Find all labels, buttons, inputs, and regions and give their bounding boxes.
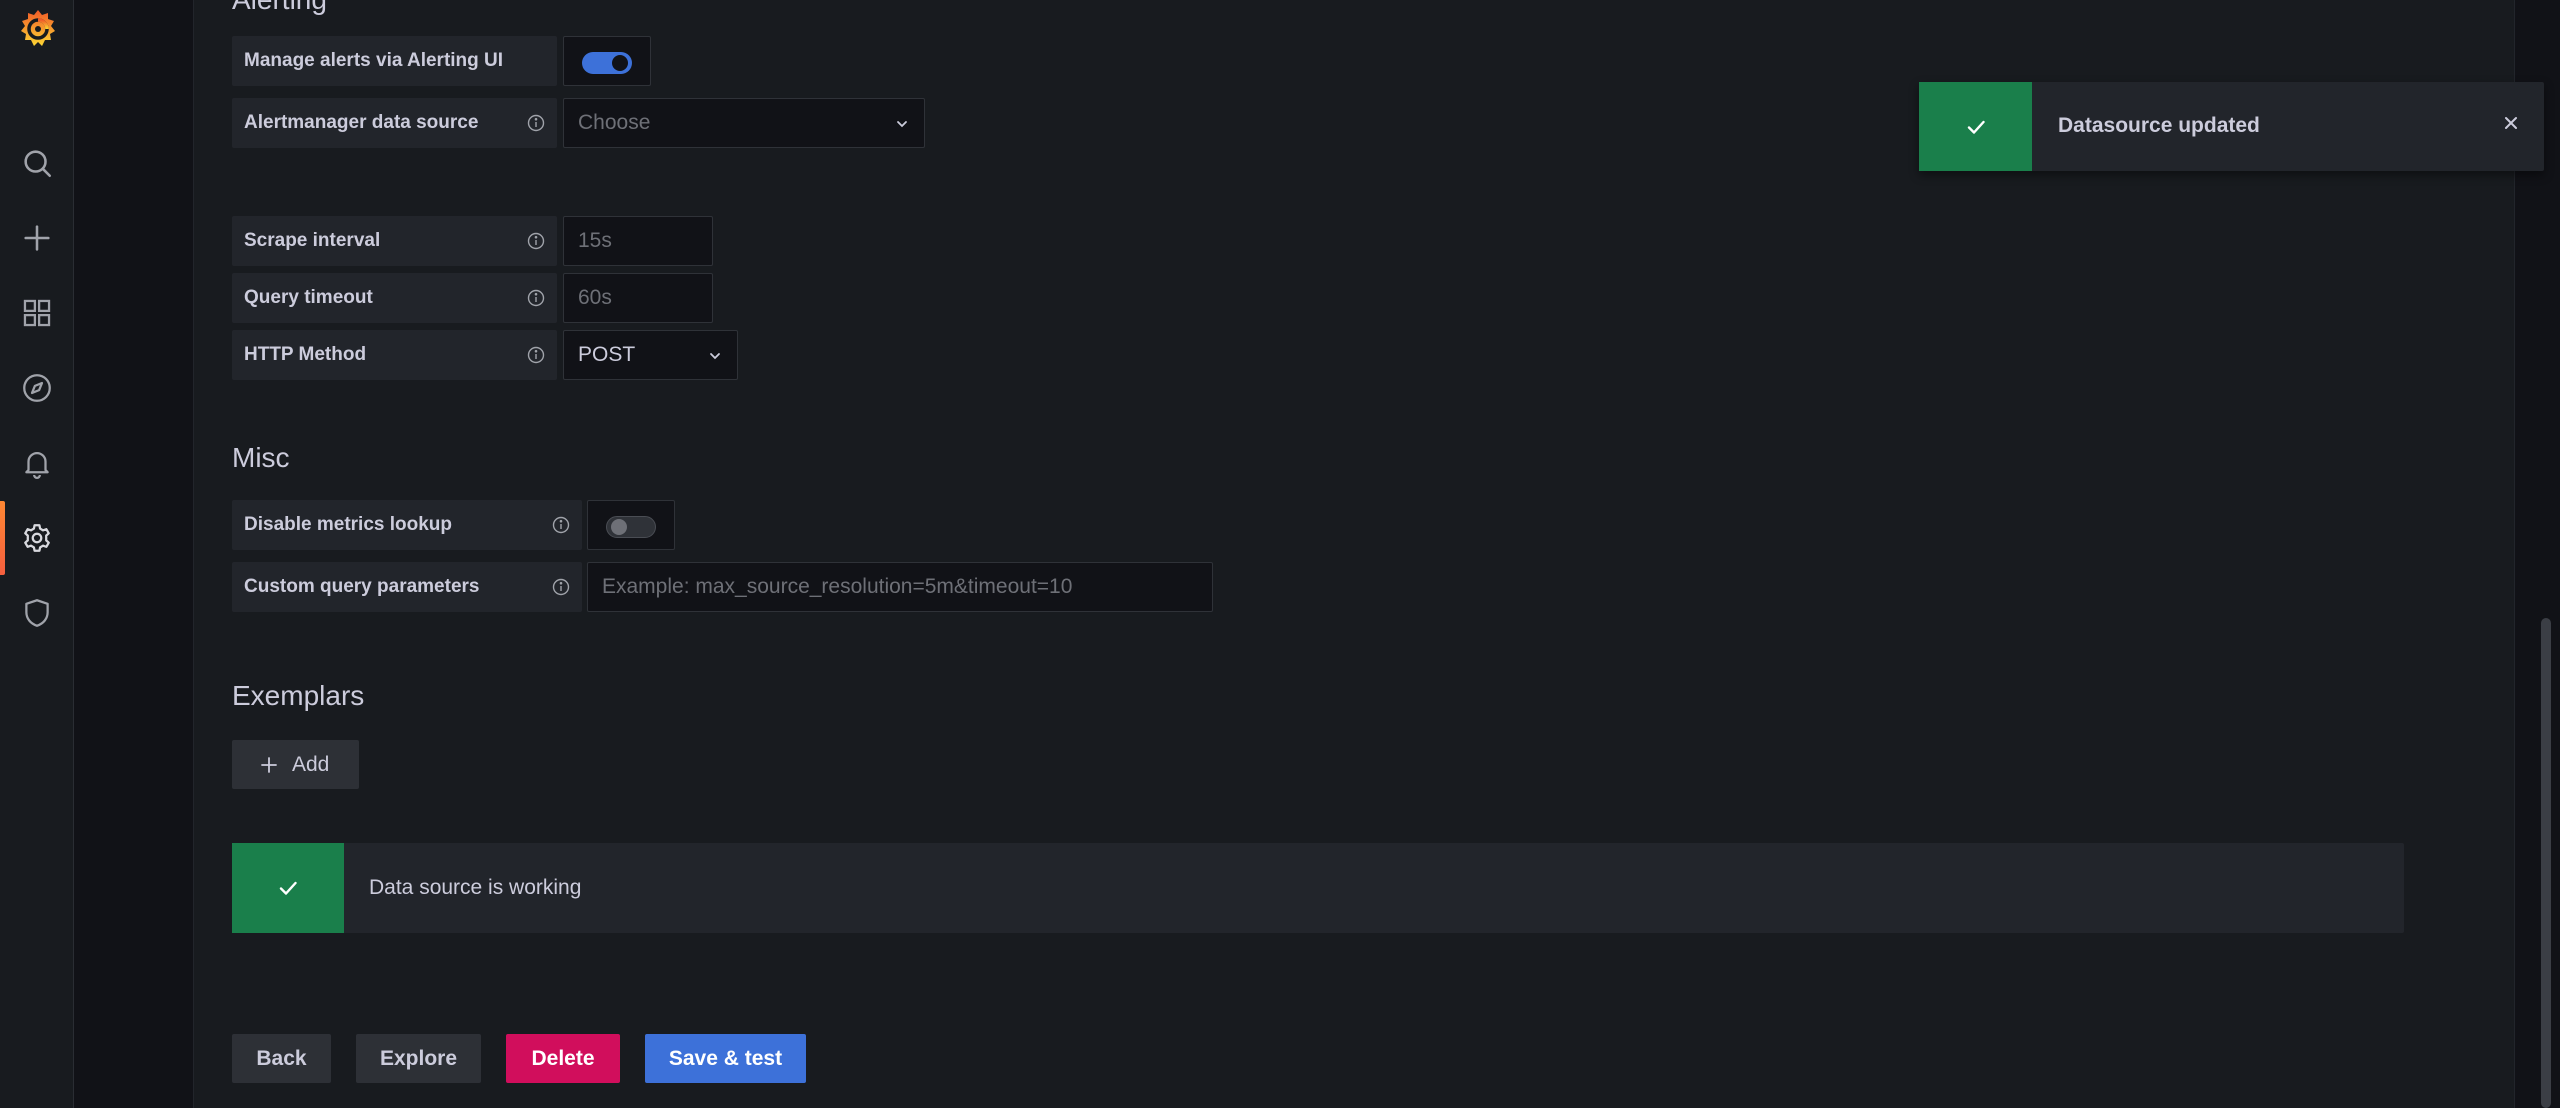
info-icon[interactable] <box>527 232 545 250</box>
info-icon[interactable] <box>552 516 570 534</box>
info-icon[interactable] <box>527 346 545 364</box>
custom-query-label: Custom query parameters <box>232 562 582 612</box>
scrape-interval-input[interactable]: 15s <box>563 216 713 266</box>
back-button[interactable]: Back <box>232 1034 331 1083</box>
check-icon <box>279 881 297 895</box>
dashboards-icon <box>23 299 51 327</box>
chevron-down-icon <box>897 121 907 128</box>
section-title-exemplars: Exemplars <box>232 680 365 711</box>
alertmanager-label: Alertmanager data source <box>232 98 557 148</box>
status-alert-text: Data source is working <box>369 876 582 899</box>
query-timeout-input[interactable]: 60s <box>563 273 713 323</box>
section-title-alerting: Alerting <box>232 0 327 16</box>
check-icon <box>1967 120 1985 134</box>
toast-text: Datasource updated <box>2058 114 2260 137</box>
query-timeout-label: Query timeout <box>232 273 557 323</box>
chevron-down-icon <box>710 353 720 360</box>
plus-icon <box>24 225 50 251</box>
alertmanager-select[interactable]: Choose <box>563 98 925 148</box>
disable-metrics-label: Disable metrics lookup <box>232 500 582 550</box>
save-test-button[interactable]: Save & test <box>645 1034 806 1083</box>
disable-metrics-toggle[interactable] <box>606 516 656 538</box>
search-icon <box>24 150 52 178</box>
manage-alerts-toggle[interactable] <box>582 52 632 74</box>
sidebar-item-alerting[interactable] <box>0 426 74 500</box>
http-method-select[interactable]: POST <box>563 330 738 380</box>
status-alert: Data source is working <box>232 843 2404 933</box>
manage-alerts-toggle-wrap <box>563 36 651 86</box>
http-method-label: HTTP Method <box>232 330 557 380</box>
gear-icon <box>24 524 50 552</box>
manage-alerts-label: Manage alerts via Alerting UI <box>232 36 557 86</box>
disable-metrics-toggle-wrap <box>587 500 675 550</box>
sidebar-item-search[interactable] <box>0 126 74 200</box>
info-icon[interactable] <box>527 114 545 132</box>
sidebar-item-create[interactable] <box>0 201 74 275</box>
close-icon[interactable] <box>2500 112 2522 134</box>
shield-icon <box>25 599 49 627</box>
sidebar-item-explore[interactable] <box>0 351 74 425</box>
compass-icon <box>23 374 51 402</box>
grafana-logo-icon[interactable] <box>17 6 59 52</box>
info-icon[interactable] <box>552 578 570 596</box>
delete-button[interactable]: Delete <box>506 1034 620 1083</box>
sidebar-item-dashboards[interactable] <box>0 276 74 350</box>
explore-button[interactable]: Explore <box>356 1034 481 1083</box>
toast-notification: Datasource updated <box>1919 82 2544 171</box>
bell-icon <box>25 452 49 479</box>
scrape-interval-label: Scrape interval <box>232 216 557 266</box>
toast-icon-box <box>1919 82 2032 171</box>
section-title-misc: Misc <box>232 442 290 473</box>
add-exemplar-button[interactable]: Add <box>232 740 359 789</box>
sidebar-item-server-admin[interactable] <box>0 576 74 650</box>
scrollbar[interactable] <box>2541 618 2551 1108</box>
status-alert-icon-box <box>232 843 344 933</box>
sidebar-item-configuration[interactable] <box>0 501 74 575</box>
info-icon[interactable] <box>527 289 545 307</box>
sidebar <box>0 0 74 1108</box>
plus-icon <box>261 756 277 773</box>
custom-query-input[interactable]: Example: max_source_resolution=5m&timeou… <box>587 562 1213 612</box>
